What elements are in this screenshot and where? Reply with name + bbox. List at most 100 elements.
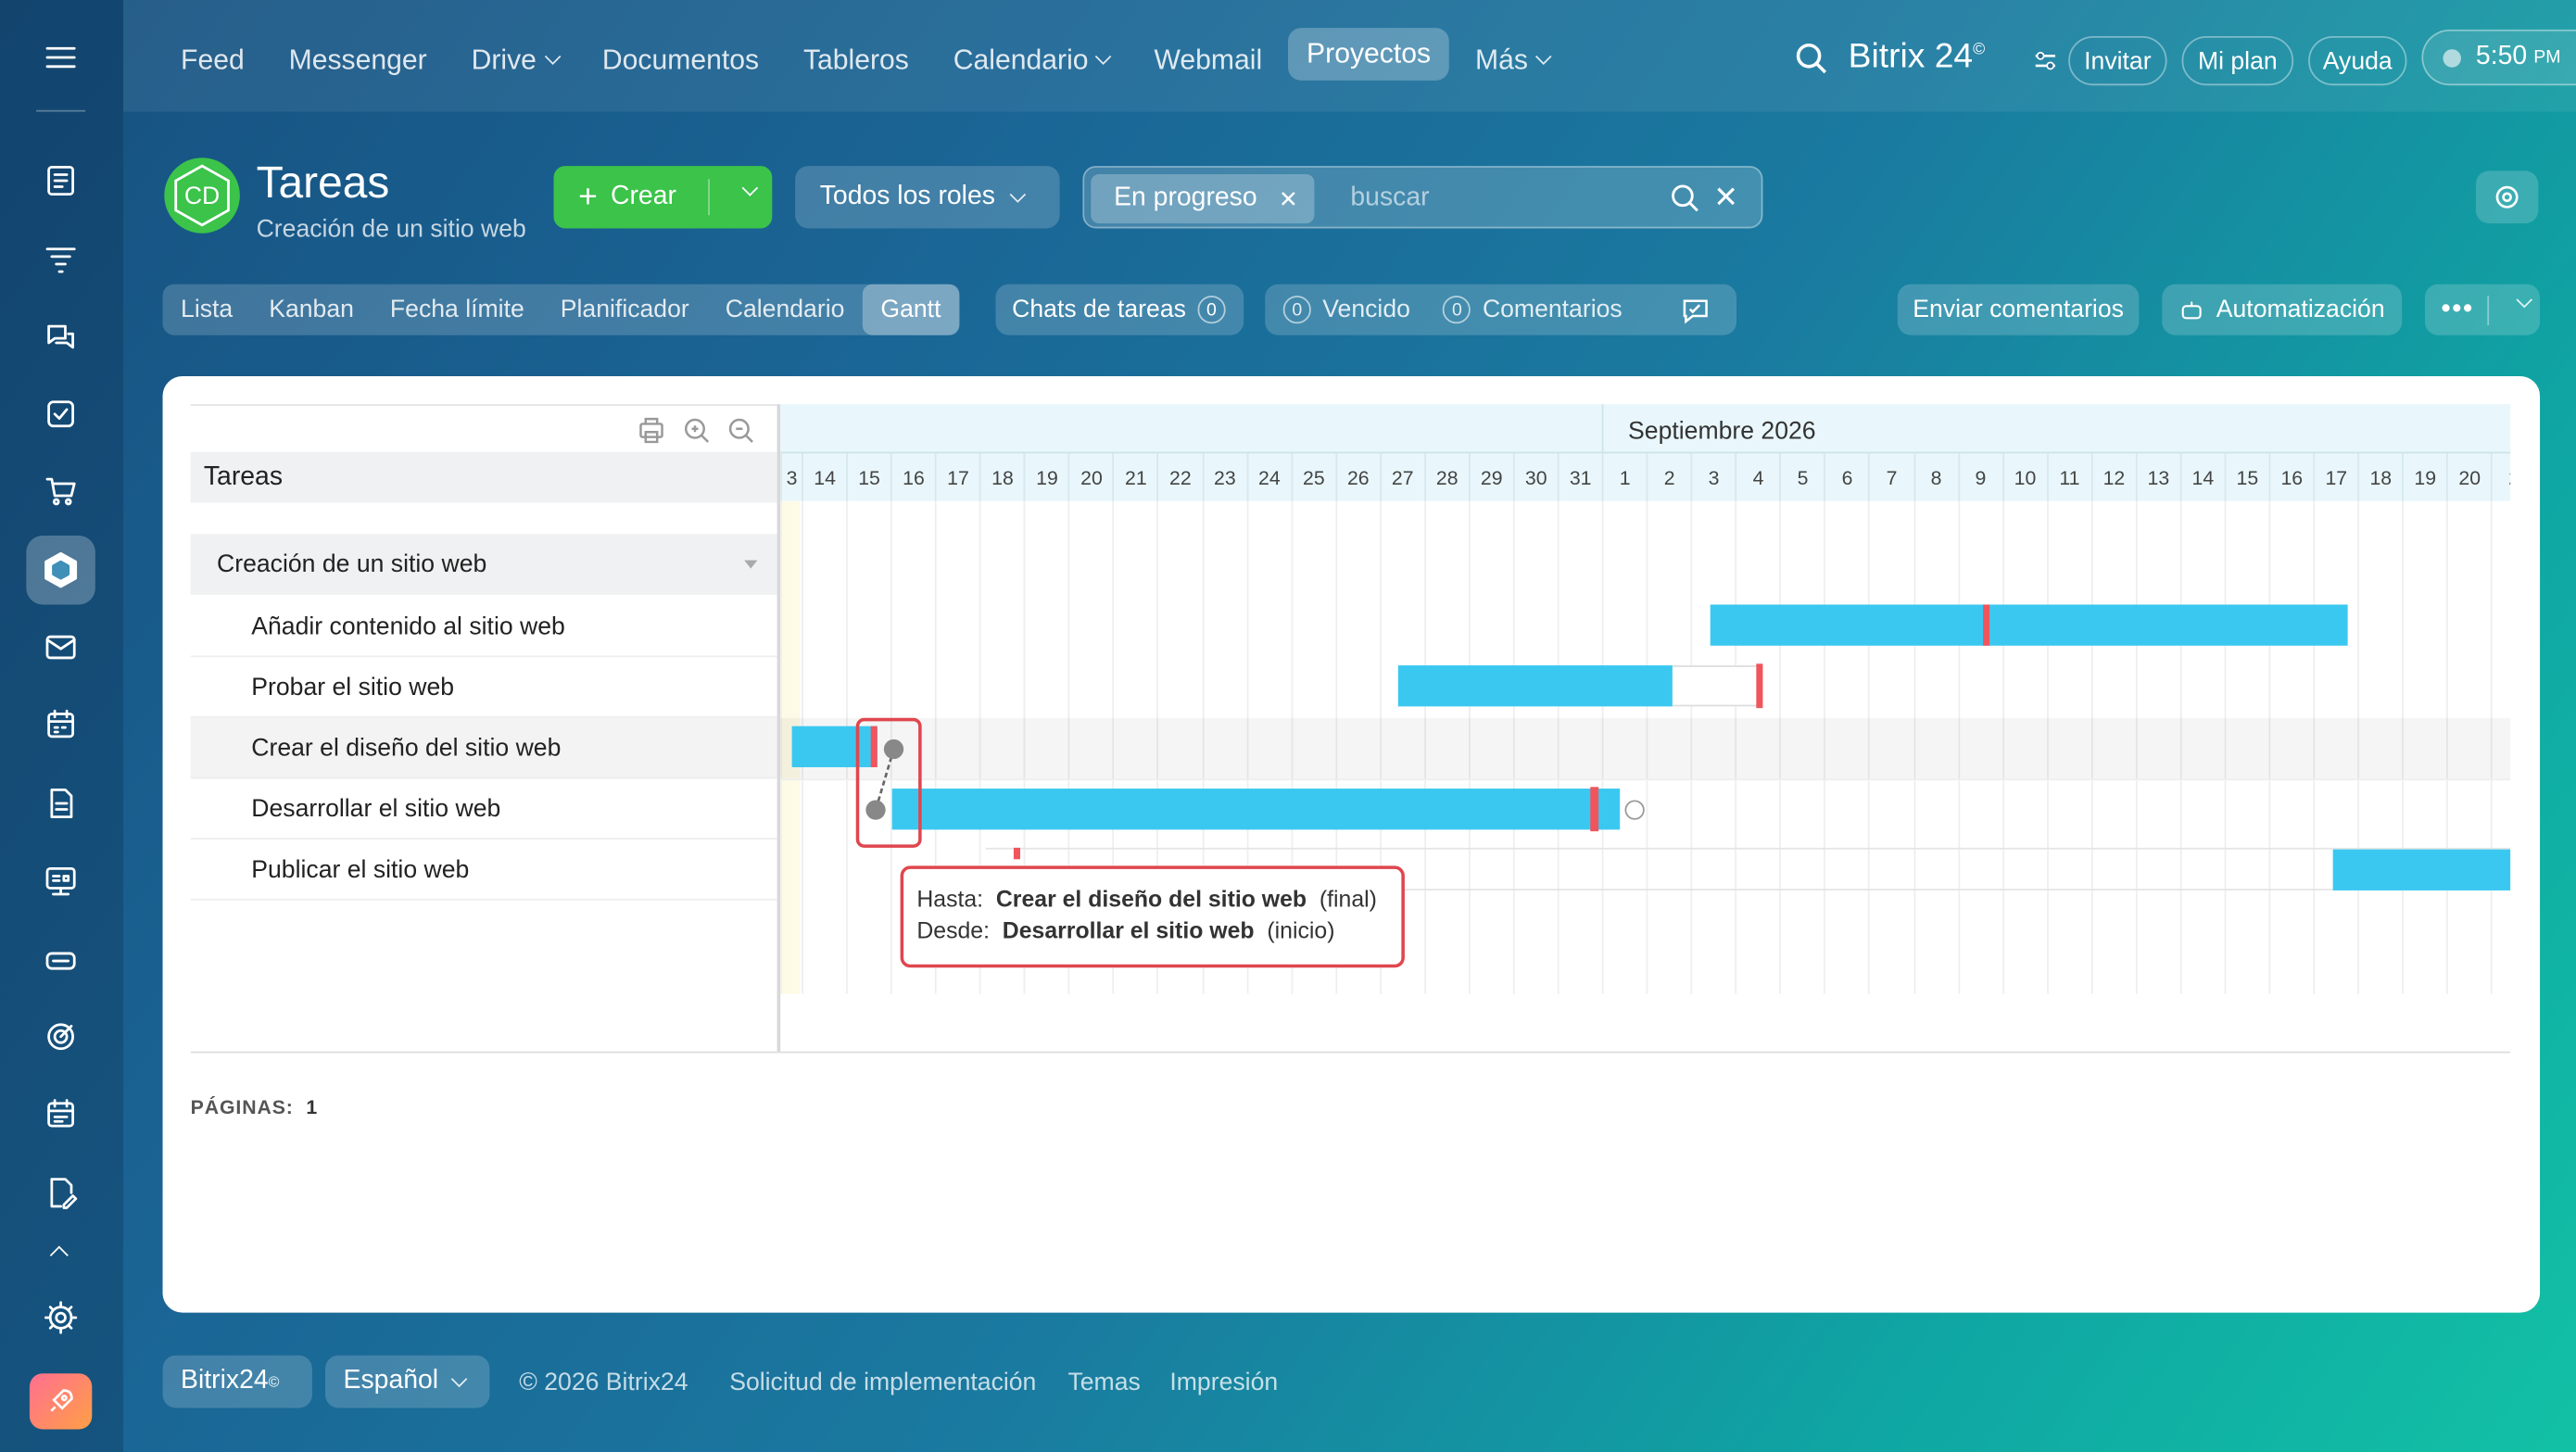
edit-document-icon[interactable] (32, 1165, 88, 1220)
tab-gantt[interactable]: Gantt (862, 284, 959, 335)
footer-link-solicitud[interactable]: Solicitud de implementación (729, 1369, 1036, 1396)
nav-mas[interactable]: Más (1475, 40, 1552, 81)
read-all-chat-icon[interactable] (1679, 294, 1711, 326)
group-collapse-icon[interactable] (744, 560, 758, 569)
gear-icon (2495, 185, 2519, 208)
nav-calendario[interactable]: Calendario (953, 40, 1113, 81)
vencido-label[interactable]: Vencido (1322, 296, 1410, 323)
project-avatar[interactable]: CD (164, 158, 240, 234)
footer-link-impresion[interactable]: Impresión (1169, 1369, 1278, 1396)
view-tabs: Lista Kanban Fecha límite Planificador C… (162, 284, 959, 335)
search-input[interactable]: buscar (1350, 184, 1429, 214)
collapse-up-icon[interactable] (49, 1245, 69, 1265)
mail-icon[interactable] (32, 619, 88, 675)
brand-name: Bitrix 24 (1848, 37, 1974, 76)
page-settings-button[interactable] (2475, 170, 2539, 224)
clear-search-icon[interactable]: ✕ (1713, 181, 1738, 215)
search-icon[interactable] (1796, 43, 1828, 75)
crear-dropdown-chevron-icon[interactable] (741, 180, 759, 196)
task-bar[interactable] (891, 789, 1621, 830)
clock-icon (2443, 48, 2461, 67)
filter-search-bar[interactable]: En progreso ✕ buscar ✕ (1082, 166, 1763, 229)
more-actions-button[interactable]: ••• (2424, 284, 2541, 335)
nav-webmail[interactable]: Webmail (1154, 40, 1262, 81)
nav-drive[interactable]: Drive (471, 40, 561, 81)
timeline-day: 2 (2491, 453, 2510, 501)
task-row[interactable]: Publicar el sitio web (190, 840, 777, 901)
nav-messenger[interactable]: Messenger (289, 40, 427, 81)
nav-documentos[interactable]: Documentos (602, 40, 759, 81)
footer-brand-button[interactable]: Bitrix24 © (162, 1355, 312, 1408)
task-row[interactable]: Añadir contenido al sitio web (190, 597, 777, 658)
ayuda-button[interactable]: Ayuda (2308, 36, 2407, 86)
settings-gear-icon[interactable] (32, 1290, 88, 1345)
feed-icon[interactable] (32, 153, 88, 208)
chat-icon[interactable] (32, 309, 88, 364)
tab-lista[interactable]: Lista (163, 284, 251, 335)
clock-widget[interactable]: 5:50 PM (2421, 29, 2576, 86)
tab-kanban[interactable]: Kanban (251, 284, 373, 335)
mi-plan-button[interactable]: Mi plan (2181, 36, 2294, 86)
enviar-comentarios-button[interactable]: Enviar comentarios (1897, 284, 2140, 335)
timeline-day: 13 (2135, 453, 2180, 501)
project-subtitle[interactable]: Creación de un sitio web (257, 215, 526, 243)
pagination: PÁGINAS: 1 (191, 1096, 318, 1119)
gantt-tools (639, 417, 753, 444)
task-row[interactable]: Desarrollar el sitio web (190, 778, 777, 840)
chevron-down-icon (544, 48, 561, 65)
crear-button[interactable]: + Crear (553, 166, 773, 229)
planner-icon[interactable] (32, 1086, 88, 1142)
chevron-down-icon (450, 1370, 468, 1387)
tasks-icon[interactable] (32, 386, 88, 442)
tab-fecha-limite[interactable]: Fecha límite (372, 284, 542, 335)
timeline-day: 31 (1557, 453, 1602, 501)
task-row[interactable]: Crear el diseño del sitio web (190, 717, 777, 779)
timeline-day: 1 (1601, 453, 1647, 501)
comentarios-label[interactable]: Comentarios (1483, 296, 1623, 323)
timeline-day: 18 (2357, 453, 2402, 501)
task-bar[interactable] (2332, 849, 2511, 890)
task-bar[interactable] (1397, 665, 1673, 707)
tab-planificador[interactable]: Planificador (542, 284, 707, 335)
menu-icon[interactable] (32, 30, 88, 85)
target-icon[interactable] (32, 1009, 88, 1065)
filter-tag-close-icon[interactable]: ✕ (1279, 184, 1298, 212)
roles-dropdown[interactable]: Todos los roles (795, 166, 1060, 229)
task-title[interactable]: Probar el sitio web (251, 673, 454, 701)
task-row[interactable]: Probar el sitio web (190, 657, 777, 718)
pages-label: PÁGINAS: (190, 1095, 294, 1119)
calendar-icon[interactable] (32, 697, 88, 752)
document-icon[interactable] (32, 776, 88, 831)
timeline-day: 15 (2224, 453, 2268, 501)
task-title[interactable]: Crear el diseño del sitio web (251, 734, 561, 762)
nav-drive-label: Drive (471, 43, 537, 75)
project-group-row[interactable]: Creación de un sitio web (190, 534, 777, 595)
projects-icon[interactable] (26, 535, 95, 605)
filter-tag[interactable]: En progreso ✕ (1091, 173, 1315, 224)
clock-time: 5:50 (2475, 43, 2528, 71)
crear-label: Crear (611, 182, 676, 210)
filter-tag-label: En progreso (1114, 183, 1257, 212)
board-icon[interactable] (32, 852, 88, 908)
filter-funnel-icon[interactable] (32, 232, 88, 287)
link-handle[interactable] (1624, 800, 1645, 820)
chats-de-tareas-button[interactable]: Chats de tareas 0 (995, 284, 1244, 335)
sliders-icon[interactable] (2032, 47, 2058, 73)
automatizacion-button[interactable]: Automatización (2162, 284, 2403, 335)
nav-feed[interactable]: Feed (181, 40, 245, 81)
invitar-button[interactable]: Invitar (2068, 36, 2167, 86)
language-select[interactable]: Español (325, 1355, 490, 1408)
rocket-icon[interactable] (29, 1373, 93, 1430)
task-title[interactable]: Publicar el sitio web (251, 855, 469, 883)
task-title[interactable]: Añadir contenido al sitio web (251, 612, 565, 639)
nav-proyectos[interactable]: Proyectos (1288, 28, 1449, 81)
footer-link-temas[interactable]: Temas (1067, 1369, 1140, 1396)
drive-icon[interactable] (32, 931, 88, 987)
tab-calendario[interactable]: Calendario (707, 284, 863, 335)
nav-tableros[interactable]: Tableros (803, 40, 909, 81)
task-bar[interactable] (1710, 604, 2348, 646)
brand-logo[interactable]: Bitrix 24© (1849, 38, 1986, 78)
search-icon[interactable] (1671, 184, 1700, 214)
task-title[interactable]: Desarrollar el sitio web (251, 794, 500, 822)
cart-icon[interactable] (32, 463, 88, 519)
